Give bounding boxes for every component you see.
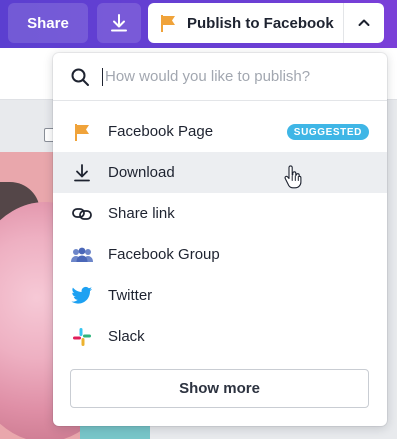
- download-button[interactable]: [97, 3, 141, 43]
- option-download[interactable]: Download: [53, 152, 387, 193]
- publish-search[interactable]: How would you like to publish?: [53, 53, 387, 101]
- group-icon: [70, 243, 94, 267]
- option-label: Twitter: [108, 287, 153, 304]
- option-label: Facebook Page: [108, 123, 214, 140]
- publish-toggle-button[interactable]: [344, 3, 384, 43]
- download-icon: [111, 14, 127, 32]
- flag-icon: [161, 15, 175, 32]
- show-more-button[interactable]: Show more: [70, 369, 369, 408]
- search-input[interactable]: How would you like to publish?: [105, 68, 310, 85]
- flag-icon: [70, 120, 94, 144]
- publish-to-facebook-button[interactable]: Publish to Facebook: [148, 3, 384, 43]
- suggested-badge: SUGGESTED: [286, 124, 369, 140]
- show-more-label: Show more: [179, 380, 260, 397]
- option-label: Facebook Group: [108, 246, 220, 263]
- top-toolbar: Share Publish to Facebook: [0, 0, 397, 48]
- slack-icon: [70, 325, 94, 349]
- option-facebook-group[interactable]: Facebook Group: [53, 234, 387, 275]
- chevron-up-icon: [358, 19, 370, 26]
- link-icon: [70, 202, 94, 226]
- option-twitter[interactable]: Twitter: [53, 275, 387, 316]
- share-button[interactable]: Share: [8, 3, 88, 43]
- publish-main[interactable]: Publish to Facebook: [148, 3, 344, 43]
- option-label: Slack: [108, 328, 145, 345]
- share-button-label: Share: [27, 14, 69, 32]
- option-label: Share link: [108, 205, 175, 222]
- text-caret: [102, 67, 103, 86]
- option-label: Download: [108, 164, 175, 181]
- search-icon: [71, 68, 89, 86]
- publish-dropdown: How would you like to publish? Facebook …: [53, 53, 387, 426]
- hand-cursor-icon: [284, 165, 302, 189]
- twitter-icon: [70, 284, 94, 308]
- option-slack[interactable]: Slack: [53, 316, 387, 357]
- download-icon: [70, 161, 94, 185]
- canvas-accent-strip: [80, 424, 150, 439]
- option-facebook-page[interactable]: Facebook Page SUGGESTED: [53, 111, 387, 152]
- option-share-link[interactable]: Share link: [53, 193, 387, 234]
- publish-label: Publish to Facebook: [187, 14, 334, 32]
